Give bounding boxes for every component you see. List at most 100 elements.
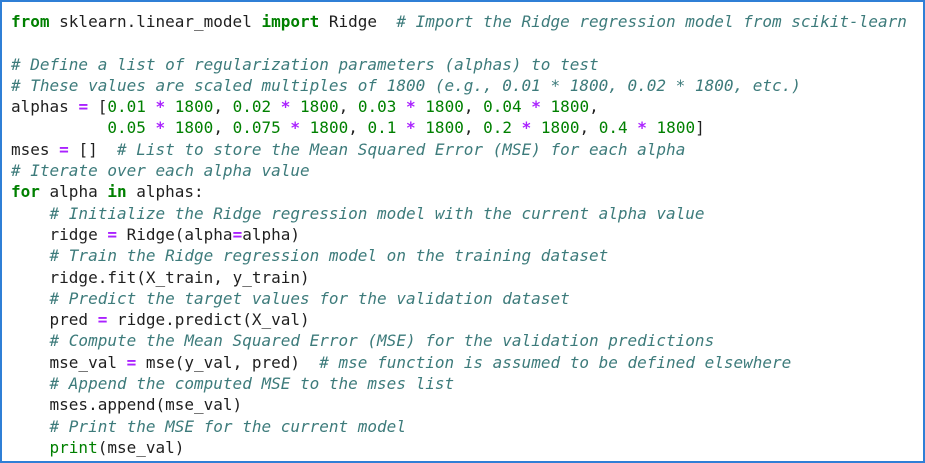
- operator-token: *: [531, 97, 541, 117]
- code-token: (mse_val): [97, 437, 185, 457]
- operator-token: =: [59, 139, 69, 159]
- code-token: ,: [213, 97, 233, 117]
- comment-token: # mse function is assumed to be defined …: [319, 352, 792, 372]
- number-token: 1800: [540, 118, 580, 138]
- code-token: []: [68, 139, 117, 159]
- operator-token: *: [406, 118, 416, 138]
- code-token: ,: [338, 97, 358, 117]
- comment-token: # Define a list of regularization parame…: [11, 54, 599, 74]
- code-line: print(mse_val): [11, 437, 923, 458]
- operator-token: =: [97, 310, 108, 330]
- code-line: # These values are scaled multiples of 1…: [11, 75, 923, 96]
- number-token: 0.4: [598, 118, 628, 138]
- operator-token: =: [78, 97, 89, 117]
- code-token: ridge: [11, 224, 108, 244]
- comment-token: # Iterate over each alpha value: [11, 161, 310, 181]
- code-token: [: [88, 97, 108, 117]
- number-token: 1800: [309, 118, 349, 138]
- code-token: alpha: [39, 182, 108, 202]
- number-token: 1800: [174, 97, 214, 117]
- operator-token: *: [155, 118, 166, 138]
- code-cell[interactable]: from sklearn.linear_model import Ridge #…: [0, 0, 925, 463]
- code-token: mses.append(mse_val): [11, 395, 243, 415]
- keyword-token: import: [261, 12, 320, 31]
- number-token: 0.05: [107, 118, 146, 138]
- number-token: 0.04: [483, 97, 522, 117]
- keyword-token: from: [11, 12, 50, 31]
- number-token: 1800: [174, 118, 214, 138]
- code-token: ]: [695, 118, 705, 138]
- operator-token: *: [155, 97, 166, 117]
- code-token: alpha): [242, 224, 300, 244]
- comment-token: # Train the Ridge regression model on th…: [49, 246, 609, 266]
- operator-token: =: [126, 352, 137, 372]
- comment-token: # Initialize the Ridge regression model …: [49, 203, 705, 223]
- number-token: 0.02: [232, 97, 272, 117]
- comment-token: # Append the computed MSE to the mses li…: [49, 374, 455, 394]
- code-token: Ridge: [319, 12, 397, 31]
- number-token: 1800: [656, 118, 696, 138]
- operator-token: *: [637, 118, 647, 138]
- code-line: # Initialize the Ridge regression model …: [11, 203, 923, 224]
- code-line: # Train the Ridge regression model on th…: [11, 245, 923, 266]
- comment-token: # List to store the Mean Squared Error (…: [116, 139, 686, 159]
- number-token: 1800: [300, 97, 339, 117]
- code-token: ,: [463, 97, 484, 117]
- code-line: for alpha in alphas:: [11, 181, 923, 202]
- code-token: mse(y_val, pred): [136, 352, 320, 372]
- code-token: ,: [589, 97, 599, 117]
- number-token: 1800: [425, 97, 464, 117]
- code-token: ,: [579, 118, 599, 138]
- comment-token: # Import the Ridge regression model from…: [396, 12, 907, 31]
- operator-token: *: [406, 97, 416, 117]
- code-token: pred: [11, 310, 98, 330]
- operator-token: =: [107, 224, 117, 244]
- code-line: # Predict the target values for the vali…: [11, 288, 923, 309]
- code-line: ridge.fit(X_train, y_train): [11, 267, 923, 288]
- code-editor[interactable]: from sklearn.linear_model import Ridge #…: [11, 11, 923, 458]
- number-token: 0.01: [107, 97, 146, 117]
- code-line: # Iterate over each alpha value: [11, 160, 923, 181]
- code-token: mses: [11, 139, 60, 159]
- code-line: mses = [] # List to store the Mean Squar…: [11, 139, 923, 160]
- code-token: ,: [213, 118, 233, 138]
- code-token: ,: [463, 118, 484, 138]
- operator-token: *: [290, 118, 301, 138]
- code-line: 0.05 * 1800, 0.075 * 1800, 0.1 * 1800, 0…: [11, 117, 923, 138]
- code-line: # Define a list of regularization parame…: [11, 54, 923, 75]
- number-token: 0.2: [483, 118, 512, 138]
- number-token: 0.075: [232, 118, 281, 138]
- code-token: mse_val: [11, 352, 127, 372]
- code-token: ridge.predict(X_val): [107, 310, 310, 330]
- code-line: from sklearn.linear_model import Ridge #…: [11, 11, 923, 32]
- keyword-token: in: [107, 182, 127, 202]
- code-token: ridge: [11, 267, 98, 287]
- code-token: sklearn.linear_model: [49, 12, 262, 31]
- comment-token: # Compute the Mean Squared Error (MSE) f…: [49, 331, 715, 351]
- code-token: alphas:: [126, 182, 204, 202]
